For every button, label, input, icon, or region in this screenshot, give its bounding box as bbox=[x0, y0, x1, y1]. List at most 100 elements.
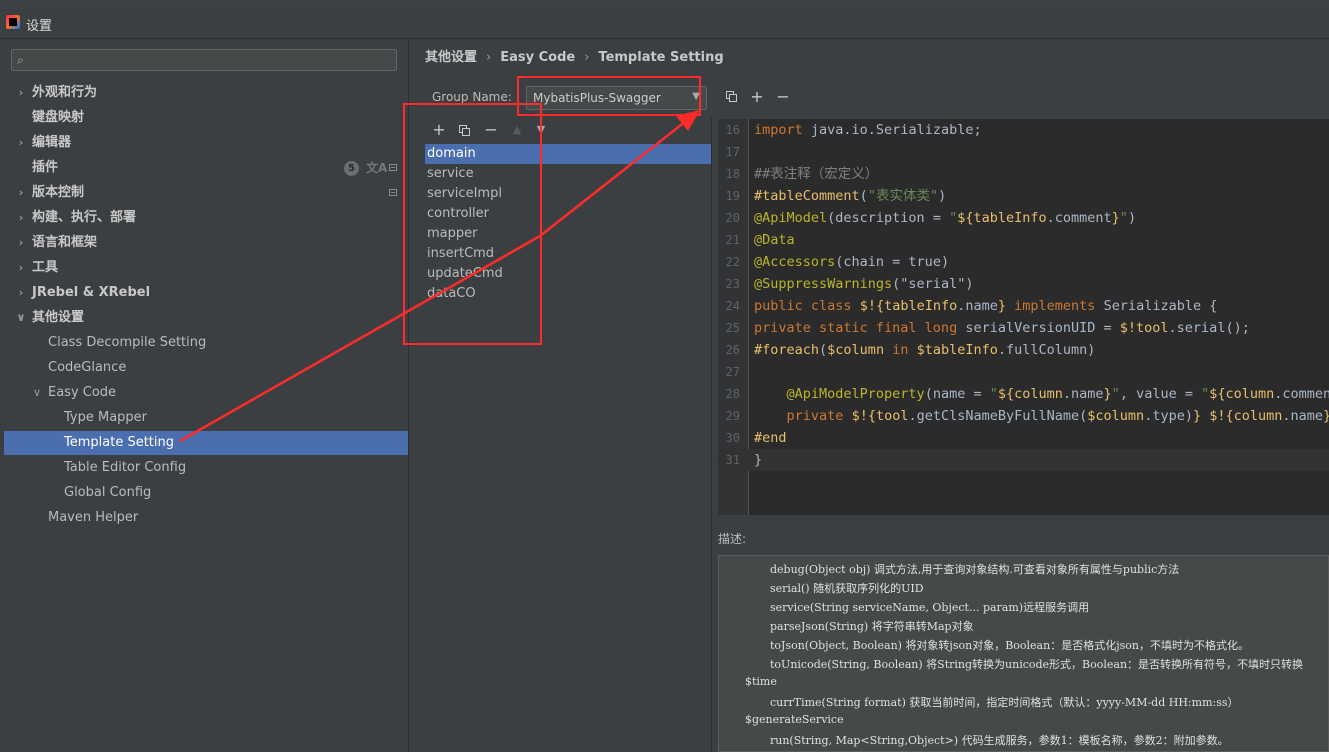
template-list-item[interactable]: service bbox=[425, 164, 711, 184]
tree-item-label: Maven Helper bbox=[48, 510, 139, 525]
copy-group-icon[interactable] bbox=[726, 91, 737, 102]
line-number: 17 bbox=[725, 145, 740, 159]
chevron-right-icon[interactable]: › bbox=[15, 81, 27, 105]
code-text: import java.io.Serializable; bbox=[754, 122, 982, 138]
tree-item-label: 工具 bbox=[32, 260, 59, 275]
tree-item[interactable]: 键盘映射 bbox=[0, 106, 408, 130]
tree-item[interactable]: Maven Helper bbox=[0, 506, 408, 530]
tree-item[interactable]: Template Setting bbox=[4, 431, 408, 455]
description-line: toUnicode(String, Boolean) 将String转换为uni… bbox=[770, 658, 1304, 671]
settings-search-input[interactable] bbox=[36, 51, 390, 71]
tree-item[interactable]: Table Editor Config bbox=[0, 456, 408, 480]
tree-item[interactable]: Global Config bbox=[0, 481, 408, 505]
breadcrumb-item-current: Template Setting bbox=[598, 50, 724, 65]
description-line: $time bbox=[745, 675, 777, 688]
code-text: #foreach($column in $tableInfo.fullColum… bbox=[754, 342, 1096, 358]
tree-item[interactable]: Class Decompile Setting bbox=[0, 331, 408, 355]
remove-template-icon[interactable]: − bbox=[483, 122, 499, 138]
template-list-item[interactable]: updateCmd bbox=[425, 264, 711, 284]
template-toolbar: + − ▲ ▼ bbox=[425, 118, 711, 142]
line-number: 21 bbox=[725, 233, 740, 247]
template-list-item[interactable]: serviceImpl bbox=[425, 184, 711, 204]
chevron-right-icon[interactable]: › bbox=[15, 231, 27, 255]
template-list-item[interactable]: dataCO bbox=[425, 284, 711, 304]
code-text: @Data bbox=[754, 232, 795, 248]
line-number: 30 bbox=[725, 431, 740, 445]
tree-item-label: 键盘映射 bbox=[32, 110, 85, 125]
project-scope-icon bbox=[389, 189, 397, 196]
line-number: 31 bbox=[725, 453, 740, 467]
tree-item[interactable]: › 版本控制 bbox=[0, 181, 408, 205]
breadcrumb-item[interactable]: Easy Code bbox=[500, 50, 575, 65]
chevron-right-icon[interactable]: › bbox=[15, 131, 27, 155]
add-template-icon[interactable]: + bbox=[431, 122, 447, 138]
breadcrumb-separator-icon: › bbox=[486, 50, 492, 65]
description-line: debug(Object obj) 调式方法,用于查询对象结构.可查看对象所有属… bbox=[770, 563, 1180, 576]
description-line: run(String, Map<String,Object>) 代码生成服务，参… bbox=[770, 734, 1229, 747]
code-text: @SuppressWarnings("serial") bbox=[754, 276, 974, 292]
chevron-right-icon[interactable]: › bbox=[15, 206, 27, 230]
line-number: 22 bbox=[725, 255, 740, 269]
tree-item-label: 外观和行为 bbox=[32, 85, 98, 100]
title-bar: 设置 bbox=[0, 0, 1329, 39]
tree-item[interactable]: › 编辑器 bbox=[0, 131, 408, 155]
tree-item-label: Type Mapper bbox=[64, 410, 148, 425]
chevron-right-icon[interactable]: › bbox=[15, 256, 27, 280]
tree-item[interactable]: 插件 5 文A bbox=[0, 156, 408, 180]
chevron-down-icon[interactable]: ∨ bbox=[31, 381, 43, 405]
tree-item[interactable]: ∨ Easy Code bbox=[0, 381, 408, 405]
template-list-item[interactable]: mapper bbox=[425, 224, 711, 244]
description-line: toJson(Object, Boolean) 将对象转json对象，Boole… bbox=[770, 639, 1249, 652]
group-name-label: Group Name: bbox=[432, 90, 512, 104]
line-number: 16 bbox=[725, 123, 740, 137]
code-text: #end bbox=[754, 430, 787, 446]
settings-search-box[interactable]: ⌕ bbox=[11, 49, 397, 71]
group-name-select[interactable]: MybatisPlus-Swagger ▼ bbox=[526, 86, 707, 110]
description-panel[interactable]: debug(Object obj) 调式方法,用于查询对象结构.可查看对象所有属… bbox=[718, 555, 1329, 752]
translate-icon: 文A bbox=[366, 161, 388, 175]
move-up-icon[interactable]: ▲ bbox=[509, 122, 525, 138]
settings-sidebar: ⌕ › 外观和行为键盘映射 › 编辑器 插件 5 文A › 版本控制 › 构建、执行、部署 › 语言和框… bbox=[0, 39, 409, 752]
tree-item-label: 插件 bbox=[32, 160, 59, 175]
tree-item[interactable]: Type Mapper bbox=[0, 406, 408, 430]
chevron-right-icon[interactable]: › bbox=[15, 181, 27, 205]
tree-item[interactable]: › 构建、执行、部署 bbox=[0, 206, 408, 230]
code-text: @ApiModelProperty(name = "${column.name}… bbox=[786, 386, 1329, 402]
breadcrumb-separator-icon: › bbox=[584, 50, 590, 65]
line-number: 29 bbox=[725, 409, 740, 423]
tree-item-label: Easy Code bbox=[48, 385, 117, 400]
code-line: 23 @SuppressWarnings("serial") bbox=[718, 273, 1329, 295]
code-text: @Accessors(chain = true) bbox=[754, 254, 950, 270]
tree-item-label: Template Setting bbox=[64, 435, 174, 450]
line-number: 26 bbox=[725, 343, 740, 357]
template-list-item[interactable]: domain bbox=[425, 144, 711, 164]
description-label: 描述: bbox=[718, 532, 747, 546]
tree-item[interactable]: › 语言和框架 bbox=[0, 231, 408, 255]
code-text: ##表注释（宏定义） bbox=[754, 166, 879, 182]
tree-item[interactable]: › 工具 bbox=[0, 256, 408, 280]
tree-item-label: CodeGlance bbox=[48, 360, 127, 375]
copy-template-icon[interactable] bbox=[459, 125, 470, 136]
remove-group-icon[interactable]: − bbox=[775, 89, 791, 105]
template-list-item[interactable]: controller bbox=[425, 204, 711, 224]
tree-item-label: Global Config bbox=[64, 485, 152, 500]
menu-bar-fragment bbox=[0, 0, 1329, 9]
breadcrumb-item[interactable]: 其他设置 bbox=[425, 50, 477, 65]
tree-item[interactable]: ∨ 其他设置 bbox=[0, 306, 408, 330]
description-line: currTime(String format) 获取当前时间，指定时间格式（默认… bbox=[770, 696, 1239, 709]
line-number: 19 bbox=[725, 189, 740, 203]
code-line: 31} bbox=[718, 449, 1329, 471]
chevron-right-icon[interactable]: › bbox=[15, 281, 27, 305]
tree-item[interactable]: › JRebel & XRebel bbox=[0, 281, 408, 305]
tree-item[interactable]: CodeGlance bbox=[0, 356, 408, 380]
tree-item[interactable]: › 外观和行为 bbox=[0, 81, 408, 105]
code-line: 28 @ApiModelProperty(name = "${column.na… bbox=[718, 383, 1329, 405]
code-line: 25 private static final long serialVersio… bbox=[718, 317, 1329, 339]
template-list-item[interactable]: insertCmd bbox=[425, 244, 711, 264]
add-group-icon[interactable]: + bbox=[749, 89, 765, 105]
chevron-down-icon[interactable]: ∨ bbox=[15, 306, 27, 330]
code-line: 22 @Accessors(chain = true) bbox=[718, 251, 1329, 273]
move-down-icon[interactable]: ▼ bbox=[533, 122, 549, 138]
template-code-editor[interactable]: 16 import java.io.Serializable; 17 18 ##表注释（… bbox=[718, 119, 1329, 515]
tree-item-label: Class Decompile Setting bbox=[48, 335, 207, 350]
